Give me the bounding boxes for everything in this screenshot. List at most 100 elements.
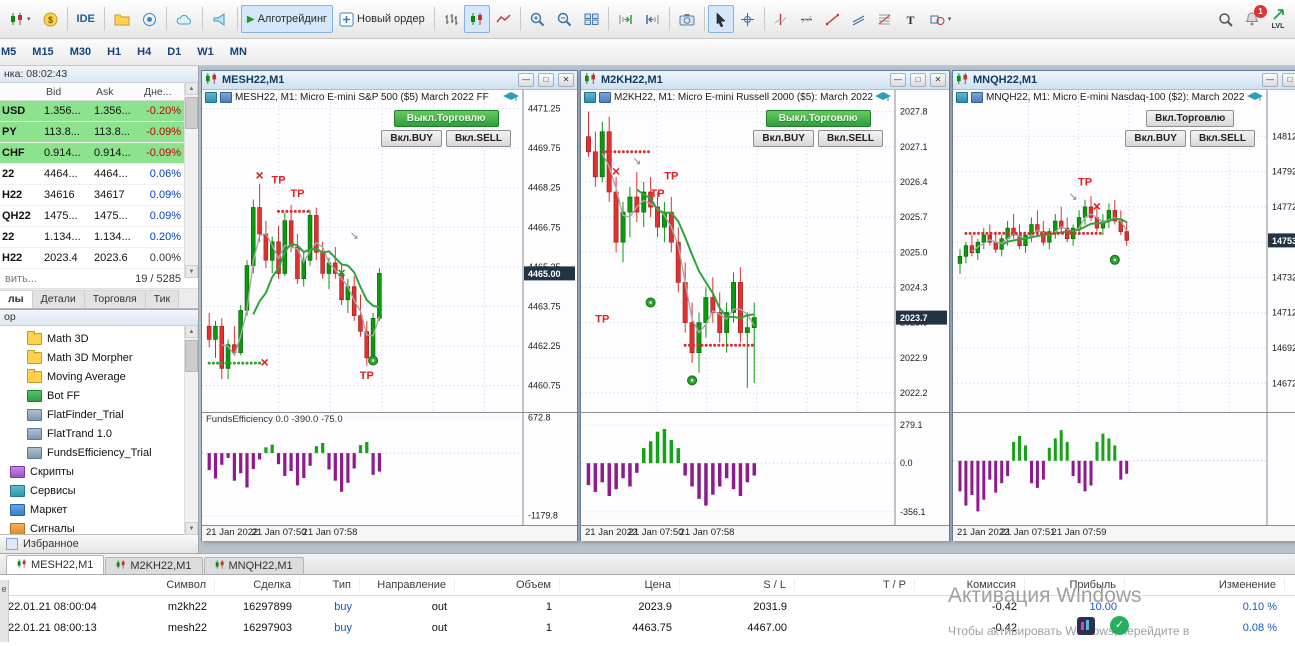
trendline-tool-button[interactable]	[820, 5, 846, 33]
timeframe-h4[interactable]: H4	[129, 43, 159, 61]
crosshair-tool-button[interactable]	[734, 5, 761, 33]
market-watch-row[interactable]: CHF 0.914... 0.914... -0.09%	[0, 143, 198, 164]
indicator-histogram[interactable]	[953, 413, 1295, 525]
screenshot-camera-button[interactable]	[673, 5, 701, 33]
text-tool-button[interactable]: T	[898, 5, 924, 33]
profiles-button[interactable]: $	[37, 5, 64, 33]
enable-buy-button[interactable]: Вкл.BUY	[753, 130, 814, 147]
enable-sell-button[interactable]: Вкл.SELL	[1189, 130, 1255, 147]
scrollbar-thumb[interactable]	[185, 97, 198, 129]
scroll-down-arrow-icon[interactable]: ▼	[185, 265, 198, 278]
notifications-button[interactable]: 1	[1239, 5, 1267, 33]
timeframe-w1[interactable]: W1	[189, 43, 222, 61]
market-watch-row[interactable]: USD 1.356... 1.356... -0.20%	[0, 101, 198, 122]
market-watch-row[interactable]: PY 113.8... 113.8... -0.09%	[0, 122, 198, 143]
channel-tool-button[interactable]	[846, 5, 872, 33]
chart-tab-mesh22-m1[interactable]: MESH22,M1	[6, 555, 105, 574]
navigator-item[interactable]: FundsEfficiency_Trial	[0, 443, 198, 462]
navigator-item[interactable]: Bot FF	[0, 386, 198, 405]
tray-app-icon[interactable]	[1077, 617, 1095, 635]
timeframe-m5[interactable]: M5	[0, 43, 24, 61]
tray-check-icon[interactable]: ✓	[1110, 616, 1129, 635]
minimize-button[interactable]: —	[890, 73, 906, 87]
restore-button[interactable]: □	[910, 73, 926, 87]
chart-window-m2kh22-m1[interactable]: M2KH22,M1 — □ ✕ M2KH22, M1: Micro E-mini Rus…	[580, 70, 950, 541]
enable-buy-button[interactable]: Вкл.BUY	[1125, 130, 1186, 147]
new-order-button[interactable]: Новый ордер	[333, 5, 431, 33]
algo-trading-button[interactable]: ▶ Алготрейдинг	[240, 5, 334, 33]
auto-scroll-button[interactable]	[639, 5, 666, 33]
add-symbol-row[interactable]: вить... 19 / 5285	[0, 269, 198, 289]
market-watch-tab-2[interactable]: Детали	[32, 290, 85, 308]
candles-chart-type-button[interactable]	[463, 5, 490, 33]
navigator-item[interactable]: Moving Average	[0, 367, 198, 386]
market-watch-row[interactable]: QH22 1475... 1475... 0.09%	[0, 206, 198, 227]
timeframe-d1[interactable]: D1	[159, 43, 189, 61]
navigator-item[interactable]: Math 3D Morpher	[0, 348, 198, 367]
enable-buy-button[interactable]: Вкл.BUY	[381, 130, 442, 147]
window-titlebar[interactable]: M2KH22,M1 — □ ✕	[581, 71, 949, 90]
navigator-item[interactable]: Скрипты	[0, 462, 198, 481]
timeframe-m15[interactable]: M15	[24, 43, 61, 61]
timeframe-m30[interactable]: M30	[62, 43, 99, 61]
chart-window-mesh22-m1[interactable]: MESH22,M1 — □ ✕ MESH22, M1: Micro E-mini S&P…	[201, 70, 578, 541]
close-button[interactable]: ✕	[558, 73, 574, 87]
vertical-line-tool-button[interactable]	[768, 5, 794, 33]
market-watch-tab-4[interactable]: Тик	[145, 290, 180, 308]
favorites-bar[interactable]: Избранное	[0, 534, 198, 553]
market-watch-row[interactable]: 22 4464... 4464... 0.06%	[0, 164, 198, 185]
navigator-item[interactable]: Math 3D	[0, 329, 198, 348]
minimize-button[interactable]: —	[518, 73, 534, 87]
line-chart-type-button[interactable]	[490, 5, 517, 33]
search-button[interactable]	[1212, 5, 1239, 33]
window-titlebar[interactable]: MNQH22,M1—□✕	[953, 71, 1295, 90]
horizontal-line-tool-button[interactable]	[794, 5, 820, 33]
news-megaphone-button[interactable]	[206, 5, 234, 33]
ide-button[interactable]: IDE	[71, 5, 101, 33]
shift-end-button[interactable]	[612, 5, 639, 33]
indicator-histogram[interactable]: 672.8 -1179.8	[202, 413, 577, 525]
navigator-item[interactable]: Маркет	[0, 500, 198, 519]
scroll-up-arrow-icon[interactable]: ▲	[185, 325, 198, 338]
timeframe-h1[interactable]: H1	[99, 43, 129, 61]
toggle-trading-button[interactable]: Вкл.Торговлю	[1146, 110, 1235, 127]
new-chart-button[interactable]: ▾	[4, 5, 37, 33]
cloud-button[interactable]	[170, 5, 199, 33]
restore-button[interactable]: □	[1282, 73, 1295, 87]
timeframe-mn[interactable]: MN	[222, 43, 255, 61]
enable-sell-button[interactable]: Вкл.SELL	[817, 130, 883, 147]
market-watch-row[interactable]: 22 1.134... 1.134... 0.20%	[0, 227, 198, 248]
market-watch-row[interactable]: H22 2023.4 2023.6 0.00%	[0, 248, 198, 269]
indicator-histogram[interactable]: 279.1 0.0 -356.1	[581, 413, 949, 525]
market-depth-button[interactable]	[136, 5, 163, 33]
scroll-down-arrow-icon[interactable]: ▼	[185, 522, 198, 535]
shapes-tool-button[interactable]: ▾	[924, 5, 958, 33]
minimize-button[interactable]: —	[1262, 73, 1278, 87]
scrollbar-thumb[interactable]	[185, 340, 198, 372]
enable-sell-button[interactable]: Вкл.SELL	[445, 130, 511, 147]
market-watch-scrollbar[interactable]: ▲ ▼	[184, 82, 198, 278]
tile-windows-button[interactable]	[578, 5, 605, 33]
navigator-item[interactable]: FlatFinder_Trial	[0, 405, 198, 424]
levels-button[interactable]: LVL	[1265, 5, 1291, 33]
market-watch-tab-1[interactable]: лы	[0, 290, 33, 308]
zoom-out-button[interactable]	[551, 5, 578, 33]
close-button[interactable]: ✕	[930, 73, 946, 87]
chart-tab-mnqh22-m1[interactable]: MNQH22,M1	[203, 557, 304, 574]
navigator-scrollbar[interactable]: ▲ ▼	[184, 325, 198, 535]
cursor-tool-button[interactable]	[707, 5, 734, 33]
open-data-folder-button[interactable]	[108, 5, 136, 33]
market-watch-tab-3[interactable]: Торговля	[84, 290, 146, 308]
bars-chart-type-button[interactable]	[438, 5, 464, 33]
scroll-up-arrow-icon[interactable]: ▲	[185, 82, 198, 95]
toggle-trading-button[interactable]: Выкл.Торговлю	[765, 110, 871, 127]
fibonacci-tool-button[interactable]	[872, 5, 898, 33]
chart-window-mnqh22-m1[interactable]: MNQH22,M1—□✕MNQH22, M1: Micro E-mini Nas…	[952, 70, 1295, 541]
toggle-trading-button[interactable]: Выкл.Торговлю	[393, 110, 499, 127]
restore-button[interactable]: □	[538, 73, 554, 87]
navigator-item[interactable]: FlatTrand 1.0	[0, 424, 198, 443]
window-titlebar[interactable]: MESH22,M1 — □ ✕	[202, 71, 577, 90]
navigator-item[interactable]: Сигналы	[0, 519, 198, 534]
market-watch-row[interactable]: H22 34616 34617 0.09%	[0, 185, 198, 206]
zoom-in-button[interactable]	[524, 5, 551, 33]
